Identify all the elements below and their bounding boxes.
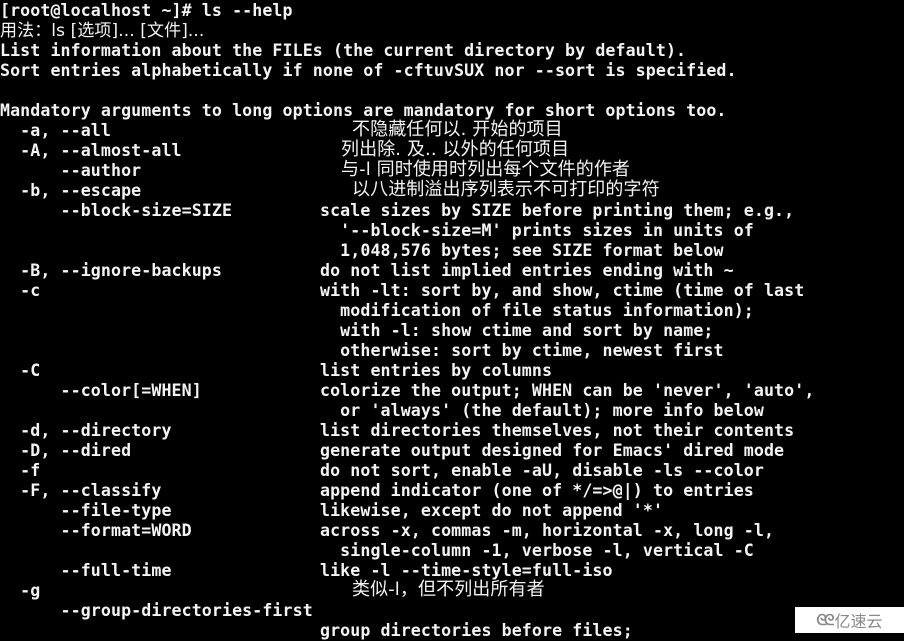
option-description: likewise, except do not append '*' [320, 501, 664, 520]
option-flag: -C [0, 361, 41, 380]
option-description: append indicator (one of */=>@|) to entr… [320, 481, 754, 500]
option-flag: --group-directories-first [0, 601, 313, 620]
option-flag: -c [0, 281, 41, 300]
option-flag: --author [0, 161, 142, 180]
option-flag: -f [0, 461, 41, 480]
option-description: single-column -1, verbose -l, vertical -… [320, 541, 754, 560]
option-description: 与-l 同时使用时列出每个文件的作者 [341, 159, 631, 180]
option-description: '--block-size=M' prints sizes in units o… [320, 221, 754, 240]
option-description: 类似-l，但不列出所有者 [352, 579, 545, 600]
option-description: list directories themselves, not their c… [320, 421, 795, 440]
option-flag: --block-size=SIZE [0, 201, 233, 220]
watermark-text: 亿速云 [834, 612, 883, 631]
option-flag: -A, --almost-all [0, 141, 182, 160]
option-description: modification of file status information)… [320, 301, 754, 320]
option-flag: --file-type [0, 501, 172, 520]
option-flag: -d, --directory [0, 421, 172, 440]
option-flag: -F, --classify [0, 481, 162, 500]
option-description: do not list implied entries ending with … [320, 261, 734, 280]
option-description: 列出除. 及.. 以外的任何项目 [341, 139, 570, 160]
option-description: with -lt: sort by, and show, ctime (time… [320, 281, 805, 300]
option-description: or 'always' (the default); more info bel… [320, 401, 764, 420]
option-description: do not sort, enable -aU, disable -ls --c… [320, 461, 764, 480]
mandatory-args-line: Mandatory arguments to long options are … [0, 101, 727, 120]
option-description: 1,048,576 bytes; see SIZE format below [320, 241, 724, 260]
option-description: like -l --time-style=full-iso [320, 561, 613, 580]
option-description: across -x, commas -m, horizontal -x, lon… [320, 521, 775, 540]
option-description: 以八进制溢出序列表示不可打印的字符 [352, 179, 660, 200]
option-flag: -b, --escape [0, 181, 142, 200]
prompt-line: [root@localhost ~]# ls --help [0, 1, 293, 20]
option-flag: --color[=WHEN] [0, 381, 202, 400]
description-line-1: List information about the FILEs (the cu… [0, 41, 687, 60]
cloud-logo-icon: ᘓᘓ [816, 611, 834, 629]
option-description: with -l: show ctime and sort by name; [320, 321, 714, 340]
option-description: group directories before files; [320, 621, 633, 640]
option-description: 不隐藏任何以. 开始的项目 [352, 119, 563, 140]
usage-line: 用法：ls [选项]... [文件]... [0, 21, 205, 41]
option-description: scale sizes by SIZE before printing them… [320, 201, 795, 220]
option-flag: -g [0, 581, 41, 600]
option-description: generate output designed for Emacs' dire… [320, 441, 785, 460]
option-flag: -D, --dired [0, 441, 132, 460]
option-description: list entries by columns [320, 361, 553, 380]
terminal-window[interactable]: [root@localhost ~]# ls --help 用法：ls [选项]… [0, 0, 904, 640]
description-line-2: Sort entries alphabetically if none of -… [0, 61, 737, 80]
watermark-badge: ᘓᘓ 亿速云 [795, 607, 904, 633]
option-flag: -a, --all [0, 121, 111, 140]
option-flag: --full-time [0, 561, 172, 580]
option-flag: -B, --ignore-backups [0, 261, 222, 280]
option-flag: --format=WORD [0, 521, 192, 540]
option-description: colorize the output; WHEN can be 'never'… [320, 381, 815, 400]
option-description: otherwise: sort by ctime, newest first [320, 341, 724, 360]
